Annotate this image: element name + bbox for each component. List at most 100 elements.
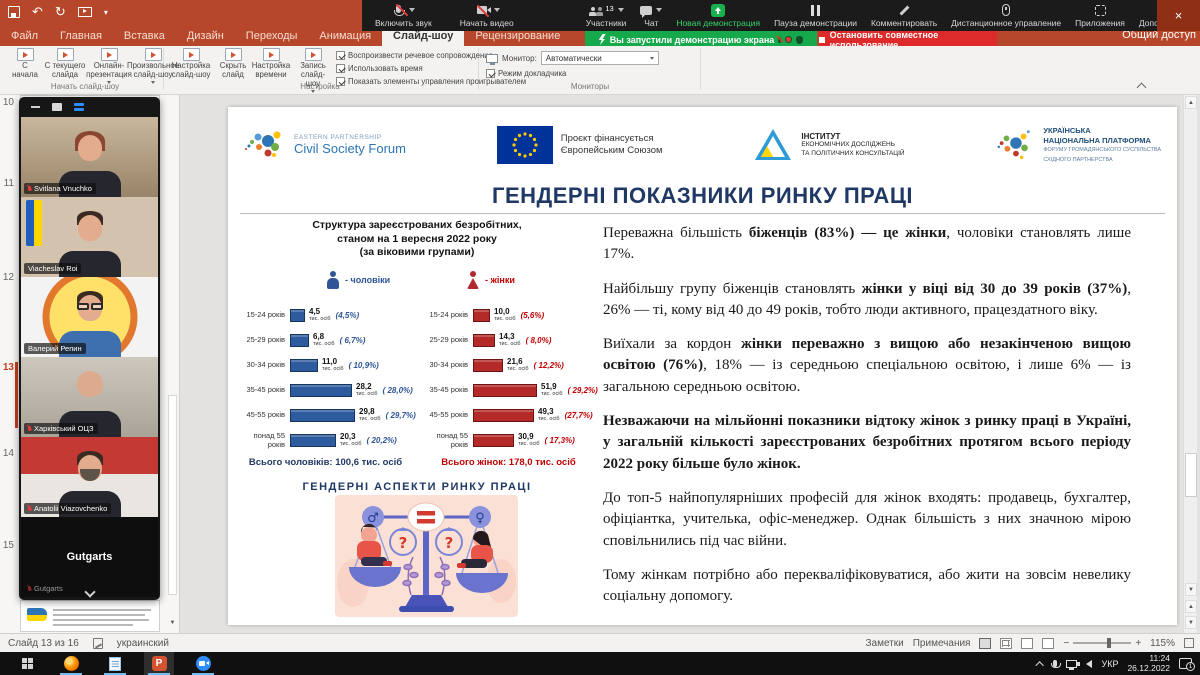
participant-tile[interactable]: Svitlana Vnuchko: [21, 117, 158, 197]
slideshow-view-icon[interactable]: [1042, 638, 1054, 649]
taskbar-powerpoint[interactable]: P: [144, 652, 174, 675]
document-scrollbar[interactable]: ▲ ▼ ▲ ▼: [1183, 95, 1197, 633]
ribbon-tab[interactable]: Файл: [0, 28, 49, 46]
zoom-toolbar-item[interactable]: Комментировать: [864, 0, 944, 31]
notes-button[interactable]: Заметки: [865, 638, 903, 649]
taskbar-firefox[interactable]: [56, 652, 86, 675]
participant-tile[interactable]: Харківський ОЦЗ: [21, 357, 158, 437]
tray-speaker-icon[interactable]: [1086, 660, 1092, 668]
ribbon-button[interactable]: Запись слайд- шоу: [292, 48, 334, 93]
zoom-track[interactable]: [1073, 642, 1131, 644]
ribbon-tab[interactable]: Вставка: [113, 28, 176, 46]
ribbon-tab[interactable]: Главная: [49, 28, 113, 46]
collapse-ribbon-icon[interactable]: [1137, 83, 1147, 93]
zoom-toolbar-item[interactable]: Включить звук: [368, 0, 439, 31]
tray-clock[interactable]: 11:24 26.12.2022: [1127, 654, 1170, 674]
ribbon-button[interactable]: Настройка слайд-шоу: [170, 48, 212, 80]
proofing-icon[interactable]: [93, 638, 103, 649]
language-indicator[interactable]: украинский: [117, 638, 169, 649]
customize-quick-access-icon[interactable]: ▾: [104, 8, 108, 17]
minimize-icon[interactable]: [31, 106, 40, 108]
thumbnail-scrollbar[interactable]: [168, 395, 177, 595]
previous-slide-icon[interactable]: ▲: [1185, 600, 1197, 613]
participant-tile[interactable]: Валерий Репин: [21, 277, 158, 357]
ribbon-tab[interactable]: Дизайн: [176, 28, 235, 46]
bar-women: [473, 434, 514, 447]
zoom-toolbar-item[interactable]: Дистанционное управление: [944, 0, 1068, 31]
logo-row: EASTERN PARTNERSHIP Civil Society Forum …: [244, 113, 1161, 177]
participant-tile[interactable]: Viacheslav Roi: [21, 197, 158, 277]
notification-icon[interactable]: 1: [1179, 658, 1192, 669]
thumbnail-scroll-down-icon[interactable]: ▼: [168, 618, 177, 628]
ribbon-button[interactable]: Онлайн- презентация: [88, 48, 130, 84]
normal-view-icon[interactable]: [979, 638, 991, 649]
fit-slide-icon[interactable]: [1184, 638, 1194, 648]
ribbon-button[interactable]: Настройка времени: [250, 48, 292, 80]
save-icon[interactable]: [8, 6, 20, 18]
ribbon-checkbox[interactable]: Показать элементы управления проигрывате…: [336, 77, 526, 86]
slideshow-icon[interactable]: [78, 7, 92, 17]
presenter-view-checkbox[interactable]: Режим докладчика: [486, 69, 566, 78]
slide-sorter-view-icon[interactable]: [1000, 638, 1012, 649]
zoom-level[interactable]: 115%: [1150, 638, 1175, 649]
ribbon-button[interactable]: Произвольное слайд-шоу: [132, 48, 174, 84]
zoom-toolbar-item[interactable]: 13Участники: [579, 0, 634, 31]
ribbon-checkbox[interactable]: Использовать время: [336, 64, 423, 73]
thumb-text-line: [53, 614, 145, 616]
scrollbar-thumb[interactable]: [1185, 453, 1197, 497]
slide-number[interactable]: 13: [0, 362, 14, 373]
chart-title: Структура зареєстрованих безробітних, ст…: [234, 219, 600, 260]
chevron-down-icon[interactable]: [618, 8, 624, 12]
zoom-toolbar-item[interactable]: Приложения: [1068, 0, 1132, 31]
redo-icon[interactable]: ↻: [55, 4, 66, 20]
slide-number[interactable]: 14: [0, 448, 14, 459]
ribbon-button[interactable]: С начала: [4, 48, 46, 80]
slide-number[interactable]: 10: [0, 97, 14, 108]
ribbon-checkbox[interactable]: Воспроизвести речевое сопровождение: [336, 51, 493, 60]
ribbon-tab[interactable]: Переходы: [235, 28, 309, 46]
gallery-view-icon[interactable]: [74, 103, 84, 111]
thumbnail-slide-16[interactable]: [20, 600, 160, 632]
slide-number[interactable]: 15: [0, 540, 14, 551]
tray-microphone-icon[interactable]: [1053, 660, 1057, 667]
zoom-app-icon: [196, 656, 211, 671]
taskbar-notepad[interactable]: [100, 652, 130, 675]
chevron-down-icon[interactable]: [656, 8, 662, 12]
taskbar-zoom[interactable]: [188, 652, 218, 675]
zoom-toolbar-item[interactable]: Новая демонстрация: [669, 0, 767, 31]
zoom-out-icon[interactable]: −: [1063, 638, 1069, 649]
tray-network-icon[interactable]: [1066, 660, 1077, 668]
slide-paragraph: Переважна більшість біженців (83%) — це …: [603, 223, 1131, 266]
ribbon-button-label: Настройка времени: [252, 62, 290, 80]
tray-language[interactable]: УКР: [1101, 659, 1118, 669]
next-slide-icon[interactable]: ▼: [1185, 616, 1197, 629]
monitor-select[interactable]: Автоматически: [541, 51, 659, 65]
ribbon-button[interactable]: Скрыть слайд: [212, 48, 254, 80]
logo-eu: Проєкт фінансується Європейським Союзом: [497, 126, 663, 164]
reading-view-icon[interactable]: [1021, 638, 1033, 649]
zoom-slider[interactable]: − +: [1063, 638, 1141, 649]
zoom-in-icon[interactable]: +: [1135, 638, 1141, 649]
undo-icon[interactable]: ↶: [32, 4, 43, 20]
slide-number[interactable]: 11: [0, 178, 14, 189]
zoom-toolbar-item[interactable]: Начать видео: [453, 0, 521, 31]
question-mark: ?: [399, 534, 408, 552]
participant-tile[interactable]: Anatolii Viazovchenko: [21, 437, 158, 517]
start-button[interactable]: [12, 652, 42, 675]
chevron-down-icon[interactable]: [494, 8, 500, 12]
chevron-down-icon[interactable]: [409, 8, 415, 12]
zoom-thumb[interactable]: [1107, 638, 1111, 648]
scroll-down-icon[interactable]: ▼: [1185, 583, 1197, 596]
comments-button[interactable]: Примечания: [913, 638, 971, 649]
scroll-up-icon[interactable]: ▲: [1185, 96, 1197, 109]
ribbon-button[interactable]: С текущего слайда: [44, 48, 86, 80]
bar-percent: ( 17,3%): [545, 436, 575, 445]
zoom-toolbar-item-label: Дистанционное управление: [951, 18, 1061, 28]
zoom-video-panel[interactable]: Svitlana VnuchkoViacheslav RoiВалерий Ре…: [19, 97, 160, 600]
window-close-button[interactable]: ×: [1157, 0, 1200, 31]
slide-number[interactable]: 12: [0, 272, 14, 283]
tray-expand-icon[interactable]: [1036, 661, 1044, 669]
zoom-toolbar-item[interactable]: Пауза демонстрации: [767, 0, 864, 31]
speaker-view-icon[interactable]: [52, 103, 62, 111]
zoom-toolbar-item[interactable]: Чат: [633, 0, 669, 31]
